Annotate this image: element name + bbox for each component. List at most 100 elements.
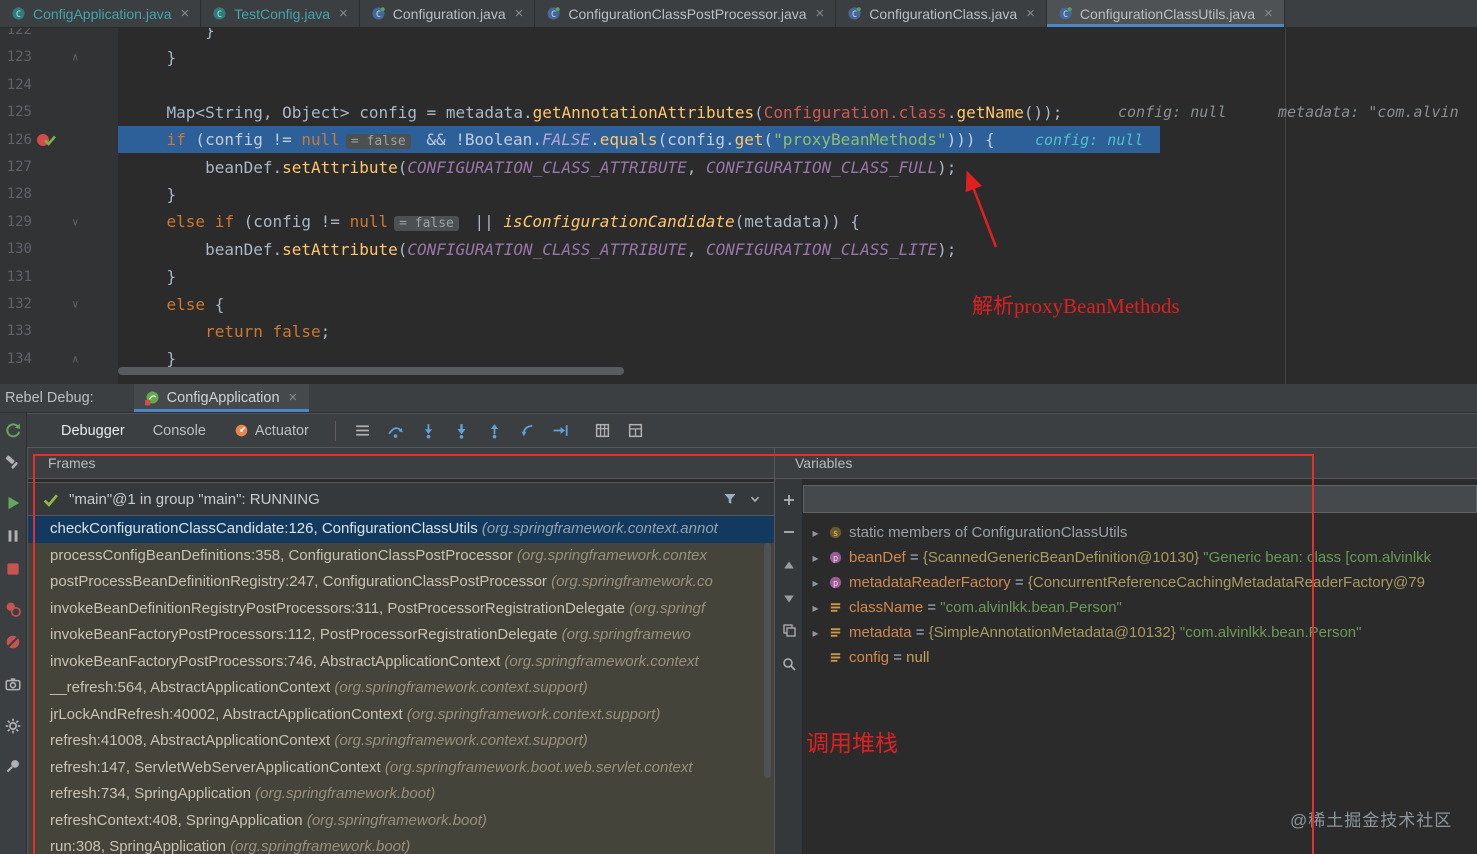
frame-location: invokeBeanFactoryPostProcessors:746, Abs…	[50, 652, 501, 670]
rerun-icon[interactable]	[4, 421, 22, 439]
close-icon[interactable]: ×	[515, 5, 524, 22]
editor-tab[interactable]: C ConfigurationClassUtils.java ×	[1046, 0, 1285, 27]
debugger-tab-actuator[interactable]: Actuator	[220, 414, 323, 447]
stack-frame-row[interactable]: refresh:147, ServletWebServerApplication…	[28, 754, 774, 781]
editor-tab[interactable]: C ConfigApplication.java ×	[0, 0, 202, 27]
frames-panel-header: Frames	[28, 448, 774, 479]
stack-frame-row[interactable]: invokeBeanFactoryPostProcessors:112, Pos…	[28, 622, 774, 649]
menu-icon[interactable]	[348, 417, 377, 445]
debugger-tab-console[interactable]: Console	[139, 414, 220, 447]
editor-tab-label: ConfigurationClass.java	[869, 5, 1018, 22]
stack-frame-row[interactable]: refresh:734, SpringApplication (org.spri…	[28, 781, 774, 808]
chevron-right-icon[interactable]: ▸	[809, 551, 822, 565]
debugger-tab-debugger[interactable]: Debugger	[47, 414, 139, 447]
step-out-icon[interactable]	[480, 417, 509, 445]
resume-icon[interactable]	[4, 494, 22, 512]
step-into-icon[interactable]	[414, 417, 443, 445]
stack-frame-row[interactable]: processConfigBeanDefinitions:358, Config…	[28, 542, 774, 569]
code-token: ))) {	[946, 130, 995, 150]
settings-icon[interactable]	[4, 717, 22, 735]
stack-frame-row[interactable]: jrLockAndRefresh:40002, AbstractApplicat…	[28, 701, 774, 728]
variable-row[interactable]: ▸ className = "com.alvinlkk.bean.Person"	[803, 595, 1477, 620]
variable-row[interactable]: ▸ p metadataReaderFactory = {ConcurrentRef…	[803, 570, 1477, 595]
force-step-into-icon[interactable]	[447, 417, 476, 445]
code-line[interactable]: 122 }	[0, 28, 1477, 44]
close-icon[interactable]: ×	[339, 5, 348, 22]
chevron-right-icon[interactable]: ▸	[809, 601, 822, 615]
code-editor[interactable]: 122 } 123 ∧ } 124 125 Map<String, Object> co…	[0, 28, 1477, 384]
code-line[interactable]: 124	[0, 71, 1477, 98]
fold-marker[interactable]: ∨	[72, 215, 79, 228]
close-icon[interactable]: ×	[1264, 5, 1273, 22]
code-line[interactable]: 123 ∧ }	[0, 44, 1477, 71]
frames-scrollbar[interactable]	[764, 543, 771, 778]
pause-icon[interactable]	[4, 527, 22, 545]
variable-row[interactable]: ▸ s static members of ConfigurationClassUt…	[803, 520, 1477, 545]
code-line[interactable]: 133 return false;	[0, 318, 1477, 345]
code-token: if	[166, 130, 186, 150]
fold-marker[interactable]: ∧	[72, 352, 79, 365]
fold-marker[interactable]: ∧	[72, 51, 79, 64]
add-watch-icon[interactable]	[780, 491, 798, 509]
close-icon[interactable]: ×	[816, 5, 825, 22]
code-line[interactable]: 125 Map<String, Object> config = metadat…	[0, 99, 1477, 126]
pin-icon[interactable]	[4, 757, 22, 775]
code-line[interactable]: 129 ∨ else if (config != null = false || i…	[0, 208, 1477, 235]
duplicate-icon[interactable]	[780, 621, 798, 639]
breakpoint-icon[interactable]	[34, 132, 62, 148]
stack-frame-row[interactable]: invokeBeanFactoryPostProcessors:746, Abs…	[28, 648, 774, 675]
fold-marker[interactable]: ∨	[72, 298, 79, 311]
chevron-right-icon[interactable]: ▸	[809, 526, 822, 540]
stack-frame-row[interactable]: refresh:41008, AbstractApplicationContex…	[28, 728, 774, 755]
close-icon[interactable]: ×	[181, 5, 190, 22]
run-to-cursor-icon[interactable]	[546, 417, 575, 445]
stack-frame-row[interactable]: checkConfigurationClassCandidate:126, Co…	[28, 516, 774, 543]
annotation-stack-note: 调用堆栈	[806, 731, 898, 756]
editor-horizontal-scrollbar[interactable]	[118, 367, 624, 375]
inspect-icon[interactable]	[780, 655, 798, 673]
chevron-right-icon[interactable]: ▸	[809, 626, 822, 640]
editor-tab[interactable]: C ConfigurationClassPostProcessor.java ×	[535, 0, 837, 27]
code-line[interactable]: 131 }	[0, 263, 1477, 290]
editor-tab[interactable]: C ConfigurationClass.java ×	[836, 0, 1047, 27]
stack-frame-row[interactable]: invokeBeanDefinitionRegistryPostProcesso…	[28, 595, 774, 622]
code-line[interactable]: 130 beanDef.setAttribute(CONFIGURATION_C…	[0, 236, 1477, 263]
variable-row[interactable]: ▸ p beanDef = {ScannedGenericBeanDefinitio…	[803, 545, 1477, 570]
move-up-icon[interactable]	[780, 557, 798, 575]
step-over-icon[interactable]	[381, 417, 410, 445]
code-line[interactable]: 128 }	[0, 181, 1477, 208]
stack-frame-row[interactable]: refreshContext:408, SpringApplication (o…	[28, 807, 774, 834]
code-line[interactable]: 126 if (config != null = false && !Boolea…	[0, 125, 1477, 154]
drop-frame-icon[interactable]	[513, 417, 542, 445]
stack-frame-row[interactable]: run:308, SpringApplication (org.springfr…	[28, 834, 774, 854]
layout-settings-icon[interactable]	[621, 417, 650, 445]
thread-selector[interactable]: "main"@1 in group "main": RUNNING	[28, 482, 774, 516]
editor-tab[interactable]: C Configuration.java ×	[360, 0, 536, 27]
close-icon[interactable]: ×	[289, 389, 298, 406]
code-text: }	[128, 185, 177, 204]
editor-tab[interactable]: C TestConfig.java ×	[201, 0, 360, 27]
mute-breakpoints-icon[interactable]	[4, 633, 22, 651]
evaluate-expression-input[interactable]: Evaluate expression (Enter) or add a wat…	[803, 485, 1477, 513]
code-line[interactable]: 132 ∨ else {	[0, 290, 1477, 317]
close-icon[interactable]: ×	[1026, 5, 1035, 22]
camera-icon[interactable]	[4, 675, 22, 693]
filter-icon[interactable]	[722, 491, 738, 507]
move-down-icon[interactable]	[780, 589, 798, 607]
frame-package: (org.springframework.boot)	[302, 811, 487, 829]
variable-row[interactable]: config = null	[803, 645, 1477, 670]
stop-icon[interactable]	[4, 560, 22, 578]
chevron-right-icon[interactable]: ▸	[809, 576, 822, 590]
chevron-down-icon[interactable]	[748, 492, 762, 506]
code-line[interactable]: 127 beanDef.setAttribute(CONFIGURATION_C…	[0, 153, 1477, 180]
build-icon[interactable]	[4, 453, 22, 471]
run-config-tab[interactable]: ConfigApplication ×	[133, 384, 310, 412]
stack-frame-row[interactable]: __refresh:564, AbstractApplicationContex…	[28, 675, 774, 702]
code-token: Configuration.class	[763, 102, 947, 122]
evaluate-expression-icon[interactable]	[588, 417, 617, 445]
remove-watch-icon[interactable]	[780, 523, 798, 541]
variable-row[interactable]: ▸ metadata = {SimpleAnnotationMetadata@10…	[803, 620, 1477, 645]
stack-frame-row[interactable]: postProcessBeanDefinitionRegistry:247, C…	[28, 569, 774, 596]
view-breakpoints-icon[interactable]	[4, 600, 22, 618]
